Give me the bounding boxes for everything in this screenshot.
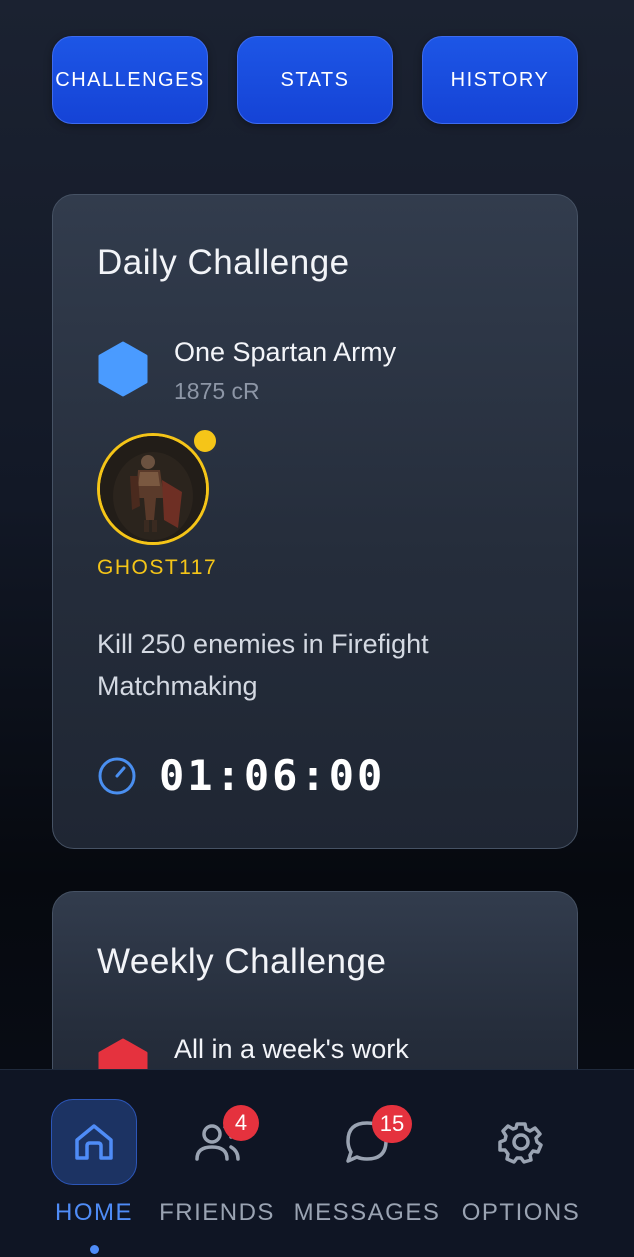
friends-badge: 4: [223, 1105, 259, 1141]
daily-challenge-info: One Spartan Army 1875 cR: [97, 337, 396, 405]
online-status-indicator: [191, 427, 219, 455]
active-indicator-dot: [89, 1245, 99, 1254]
challenge-timer: 01:06:00: [97, 751, 385, 800]
gear-icon: [498, 1122, 543, 1164]
countdown-timer: 01:06:00: [159, 751, 386, 800]
challenge-description: Kill 250 enemies in Firefight Matchmakin…: [97, 629, 429, 701]
nav-options-button[interactable]: [478, 1099, 564, 1185]
nav-messages-label[interactable]: MESSAGES: [294, 1199, 441, 1227]
challenge-name: One Spartan Army: [174, 337, 397, 367]
weekly-challenge-title: Weekly Challenge: [97, 942, 387, 981]
spartan-portrait-icon: [100, 436, 206, 542]
daily-challenge-card[interactable]: Daily Challenge One Spartan Army 1875 cR: [52, 194, 578, 849]
gamertag: GHOST117: [97, 556, 218, 579]
hexagon-icon: [98, 341, 148, 397]
challenge-reward: 1875 cR: [174, 378, 260, 404]
player-avatar[interactable]: [97, 427, 219, 549]
tab-challenges[interactable]: CHALLENGES: [52, 36, 208, 124]
clock-icon: [98, 757, 136, 794]
messages-badge: 15: [372, 1105, 412, 1143]
tab-stats[interactable]: STATS: [237, 36, 393, 124]
challenge-name: All in a week's work: [174, 1034, 409, 1064]
daily-challenge-title: Daily Challenge: [97, 243, 350, 282]
home-icon: [75, 1124, 113, 1160]
avatar: [97, 433, 209, 545]
tab-history[interactable]: HISTORY: [422, 36, 578, 124]
tab-bar: CHALLENGES STATS HISTORY: [52, 36, 578, 124]
nav-home-button[interactable]: [51, 1099, 137, 1185]
nav-friends-label[interactable]: FRIENDS: [159, 1199, 275, 1227]
nav-options-label[interactable]: OPTIONS: [462, 1199, 581, 1227]
nav-home-label[interactable]: HOME: [55, 1199, 133, 1227]
bottom-navigation: HOME 4 FRIENDS 15 MESSAGES OPTIONS: [0, 1069, 634, 1257]
